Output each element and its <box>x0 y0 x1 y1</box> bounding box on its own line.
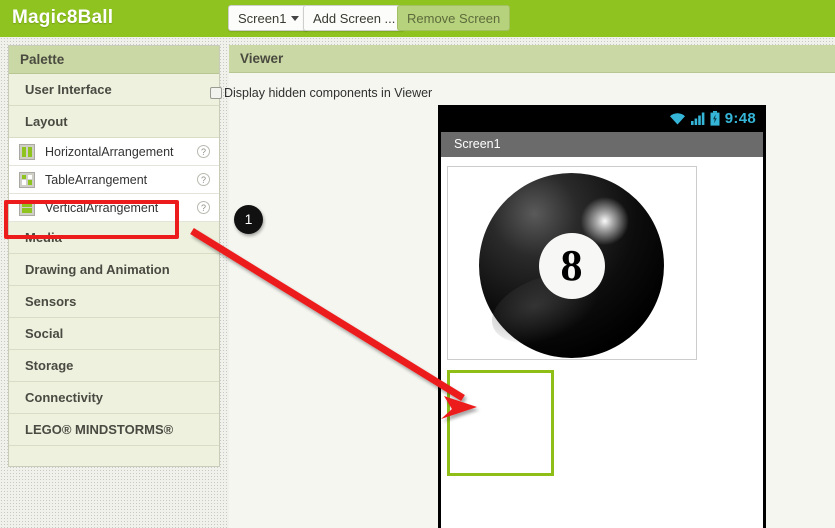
remove-screen-button[interactable]: Remove Screen <box>397 5 511 31</box>
eight-ball-graphic: 8 <box>479 173 664 358</box>
palette-list: User Interface Layout HorizontalArrangem… <box>9 74 219 446</box>
palette-item-label: HorizontalArrangement <box>45 144 174 159</box>
sidebar-item-social[interactable]: Social <box>9 318 219 350</box>
sidebar-item-media[interactable]: Media <box>9 222 219 254</box>
palette-header: Palette <box>9 46 219 74</box>
magic-8-ball-image[interactable]: 8 <box>447 166 697 360</box>
screen-selector-button[interactable]: Screen1 <box>228 5 310 31</box>
display-hidden-components-checkbox[interactable] <box>210 87 222 99</box>
horizontal-arrangement-icon <box>19 143 35 160</box>
phone-screen-title: Screen1 <box>441 132 763 157</box>
vertical-arrangement-icon <box>19 199 35 216</box>
app-title: Magic8Ball <box>12 7 114 28</box>
sidebar-item-sensors[interactable]: Sensors <box>9 286 219 318</box>
battery-charging-icon <box>710 111 720 126</box>
palette-item-tablearrangement[interactable]: TableArrangement ? <box>9 166 219 194</box>
status-clock: 9:48 <box>724 110 756 127</box>
palette-item-label: VerticalArrangement <box>45 200 159 215</box>
palette-item-label: TableArrangement <box>45 172 148 187</box>
display-hidden-components-label: Display hidden components in Viewer <box>224 86 433 100</box>
phone-status-bar: 9:48 <box>441 105 763 132</box>
add-screen-button[interactable]: Add Screen ... <box>303 5 406 31</box>
display-hidden-components-row[interactable]: Display hidden components in Viewer <box>210 86 432 100</box>
help-icon[interactable]: ? <box>197 201 210 214</box>
table-arrangement-icon <box>19 171 35 188</box>
vertical-arrangement-dropped[interactable] <box>447 370 554 476</box>
palette-item-verticalarrangement[interactable]: VerticalArrangement ? <box>9 194 219 222</box>
wifi-icon <box>669 112 686 125</box>
sidebar-item-connectivity[interactable]: Connectivity <box>9 382 219 414</box>
help-icon[interactable]: ? <box>197 145 210 158</box>
signal-bars-icon <box>690 112 705 125</box>
palette-item-horizontalarrangement[interactable]: HorizontalArrangement ? <box>9 138 219 166</box>
sidebar-item-layout[interactable]: Layout <box>9 106 219 138</box>
sidebar-item-lego-mindstorms[interactable]: LEGO® MINDSTORMS® <box>9 414 219 446</box>
eight-ball-number: 8 <box>538 232 605 299</box>
chevron-down-icon <box>291 16 300 22</box>
status-icons: 9:48 <box>669 105 756 132</box>
step-badge-1: 1 <box>234 205 263 234</box>
help-icon[interactable]: ? <box>197 173 210 186</box>
sidebar-item-user-interface[interactable]: User Interface <box>9 74 219 106</box>
phone-preview: 9:48 Screen1 8 <box>438 105 766 528</box>
palette-panel: Palette User Interface Layout Horizontal… <box>8 45 220 467</box>
sidebar-item-drawing-and-animation[interactable]: Drawing and Animation <box>9 254 219 286</box>
viewer-header: Viewer <box>229 45 835 73</box>
sidebar-item-storage[interactable]: Storage <box>9 350 219 382</box>
screen-selector-label: Screen1 <box>238 11 287 26</box>
